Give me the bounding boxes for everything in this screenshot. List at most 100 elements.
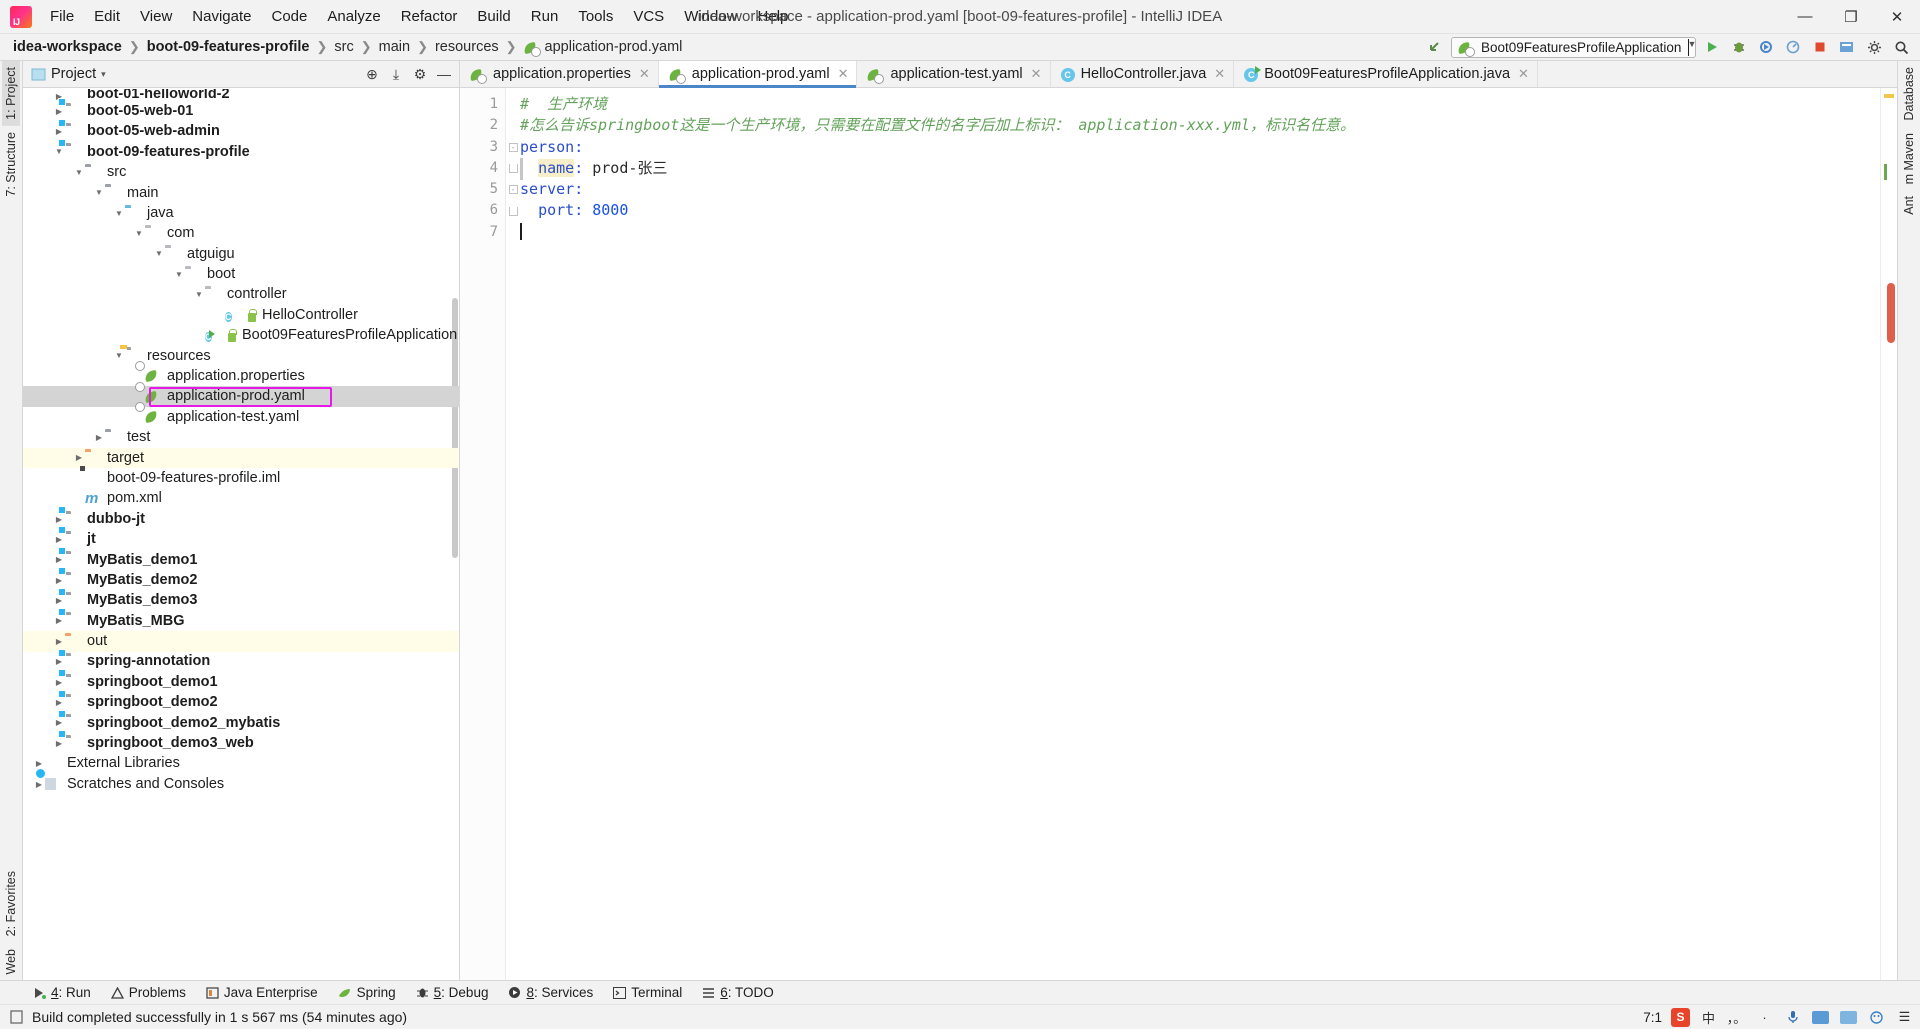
chevron-down-icon[interactable]: ▼ xyxy=(133,229,145,238)
breadcrumb-item-file[interactable]: application-prod.yaml xyxy=(521,38,686,56)
chevron-right-icon[interactable]: ▶ xyxy=(53,107,65,116)
tree-node-application-prod-yaml[interactable]: ▶application-prod.yaml xyxy=(23,386,459,406)
chevron-right-icon[interactable]: ▶ xyxy=(53,535,65,544)
tree-node-application-test-yaml[interactable]: ▶application-test.yaml xyxy=(23,407,459,427)
tree-node-com[interactable]: ▼com xyxy=(23,223,459,243)
menu-icon[interactable]: ☰ xyxy=(1895,1009,1914,1026)
project-tree[interactable]: ▶boot-01-helloworld-2▶boot-05-web-01▶boo… xyxy=(23,88,459,980)
toolbox-icon[interactable] xyxy=(1839,1009,1858,1026)
tree-node-target[interactable]: ▶target xyxy=(23,448,459,468)
tool-window-button-spring[interactable]: Spring xyxy=(329,983,405,1002)
hide-icon[interactable]: — xyxy=(433,63,455,85)
fold-marker-server[interactable]: - xyxy=(506,179,520,200)
tree-node-boot-01-helloworld-2[interactable]: ▶boot-01-helloworld-2 xyxy=(23,89,459,101)
tool-window-button-8-services[interactable]: 8: Services xyxy=(499,983,602,1002)
tree-node-scratches-and-consoles[interactable]: ▶Scratches and Consoles xyxy=(23,774,459,794)
tree-node-mybatis-demo1[interactable]: ▶MyBatis_demo1 xyxy=(23,550,459,570)
chevron-right-icon[interactable]: ▶ xyxy=(33,759,45,768)
chevron-right-icon[interactable]: ▶ xyxy=(53,718,65,727)
tree-node-jt[interactable]: ▶jt xyxy=(23,529,459,549)
code-folding-gutter[interactable]: - - xyxy=(506,88,520,980)
tree-node-boot-05-web-admin[interactable]: ▶boot-05-web-admin xyxy=(23,121,459,141)
chevron-right-icon[interactable]: ▶ xyxy=(53,678,65,687)
tool-window-button-4-run[interactable]: 4: Run xyxy=(24,983,100,1002)
tree-node-mybatis-demo2[interactable]: ▶MyBatis_demo2 xyxy=(23,570,459,590)
menu-refactor[interactable]: Refactor xyxy=(391,4,468,29)
close-icon[interactable]: ✕ xyxy=(1031,66,1042,82)
tree-node-java[interactable]: ▼java xyxy=(23,203,459,223)
menu-run[interactable]: Run xyxy=(521,4,569,29)
chevron-right-icon[interactable]: ▶ xyxy=(53,596,65,605)
menu-build[interactable]: Build xyxy=(467,4,520,29)
chevron-down-icon[interactable]: ▼ xyxy=(173,270,185,279)
tree-node-springboot-demo2[interactable]: ▶springboot_demo2 xyxy=(23,692,459,712)
tree-node-boot-05-web-01[interactable]: ▶boot-05-web-01 xyxy=(23,101,459,121)
tree-node-main[interactable]: ▼main xyxy=(23,183,459,203)
locate-icon[interactable]: ⊕ xyxy=(361,63,383,85)
chinese-input-icon[interactable]: 中 xyxy=(1699,1009,1718,1026)
status-message[interactable]: Build completed successfully in 1 s 567 … xyxy=(10,1009,407,1025)
chevron-down-icon[interactable]: ▼ xyxy=(153,249,165,258)
run-button-icon[interactable] xyxy=(1701,37,1723,58)
tree-node-springboot-demo1[interactable]: ▶springboot_demo1 xyxy=(23,672,459,692)
chevron-right-icon[interactable]: ▶ xyxy=(53,515,65,524)
tree-node-mybatis-demo3[interactable]: ▶MyBatis_demo3 xyxy=(23,590,459,610)
chevron-right-icon[interactable]: ▶ xyxy=(53,576,65,585)
breadcrumb-item-resources[interactable]: resources xyxy=(432,38,502,56)
settings-icon[interactable] xyxy=(1863,37,1885,58)
chevron-down-icon[interactable]: ▼ xyxy=(113,209,125,218)
tree-node-springboot-demo3-web[interactable]: ▶springboot_demo3_web xyxy=(23,733,459,753)
chevron-down-icon[interactable]: ▼ xyxy=(93,188,105,197)
tree-node-hellocontroller[interactable]: ▶CHelloController xyxy=(23,305,459,325)
search-everywhere-icon[interactable] xyxy=(1890,37,1912,58)
rail-tab-favorites[interactable]: 2: Favorites xyxy=(2,865,20,942)
project-pane-title[interactable]: Project ▾ xyxy=(31,66,106,82)
editor-tab-boot09featuresprofileapplication-java[interactable]: CBoot09FeaturesProfileApplication.java✕ xyxy=(1234,61,1538,87)
stop-button-icon[interactable] xyxy=(1809,37,1831,58)
rail-tab-structure[interactable]: 7: Structure xyxy=(2,126,20,203)
code-text[interactable]: # 生产环境 #怎么告诉springboot这是一个生产环境，只需要在配置文件的… xyxy=(520,88,1880,980)
menu-file[interactable]: File xyxy=(40,4,84,29)
rail-tab-project[interactable]: 1: Project xyxy=(2,61,20,126)
maximize-button[interactable]: ❐ xyxy=(1828,0,1874,34)
editor-scrollbar-thumb[interactable] xyxy=(1887,283,1895,343)
tool-window-button-terminal[interactable]: Terminal xyxy=(604,983,691,1002)
tool-window-button-6-todo[interactable]: 6: TODO xyxy=(693,983,783,1002)
chevron-right-icon[interactable]: ▶ xyxy=(93,433,105,442)
editor-tab-application-test-yaml[interactable]: application-test.yaml✕ xyxy=(857,61,1050,87)
tree-node-resources[interactable]: ▼resources xyxy=(23,346,459,366)
rail-tab-maven[interactable]: m Maven xyxy=(1900,127,1918,190)
close-icon[interactable]: ✕ xyxy=(838,66,849,82)
error-stripe-marker-column[interactable] xyxy=(1880,88,1897,980)
close-button[interactable]: ✕ xyxy=(1874,0,1920,34)
tree-node-boot-09-features-profile-iml[interactable]: ▶boot-09-features-profile.iml xyxy=(23,468,459,488)
breadcrumb-item-module[interactable]: boot-09-features-profile xyxy=(144,38,313,56)
chevron-down-icon[interactable]: ▼ xyxy=(53,147,65,156)
breadcrumb-item-workspace[interactable]: idea-workspace xyxy=(10,38,125,56)
menu-code[interactable]: Code xyxy=(261,4,317,29)
undo-arrow-icon[interactable] xyxy=(1424,37,1446,58)
tree-node-pom-xml[interactable]: ▶mpom.xml xyxy=(23,488,459,508)
chevron-down-icon[interactable]: ▼ xyxy=(73,168,85,177)
menu-help[interactable]: Help xyxy=(748,4,799,29)
tool-window-button-5-debug[interactable]: 5: Debug xyxy=(407,983,498,1002)
tree-node-controller[interactable]: ▼controller xyxy=(23,285,459,305)
chevron-right-icon[interactable]: ▶ xyxy=(53,739,65,748)
tree-node-atguigu[interactable]: ▼atguigu xyxy=(23,244,459,264)
rail-tab-web[interactable]: Web xyxy=(2,943,20,980)
chevron-right-icon[interactable]: ▶ xyxy=(53,698,65,707)
editor-tab-application-prod-yaml[interactable]: application-prod.yaml✕ xyxy=(659,61,858,87)
run-with-coverage-icon[interactable] xyxy=(1755,37,1777,58)
menu-vcs[interactable]: VCS xyxy=(623,4,674,29)
profiler-icon[interactable] xyxy=(1782,37,1804,58)
rail-tab-database[interactable]: Database xyxy=(1900,61,1918,127)
debug-button-icon[interactable] xyxy=(1728,37,1750,58)
tree-node-dubbo-jt[interactable]: ▶dubbo-jt xyxy=(23,509,459,529)
close-icon[interactable]: ✕ xyxy=(1214,66,1225,82)
chevron-right-icon[interactable]: ▶ xyxy=(53,127,65,136)
punctuation-icon[interactable]: ，。 xyxy=(1727,1009,1746,1026)
update-app-icon[interactable] xyxy=(1836,37,1858,58)
tool-window-button-problems[interactable]: Problems xyxy=(102,983,195,1002)
chevron-down-icon[interactable]: ▼ xyxy=(113,351,125,360)
rail-tab-ant[interactable]: Ant xyxy=(1900,190,1918,221)
